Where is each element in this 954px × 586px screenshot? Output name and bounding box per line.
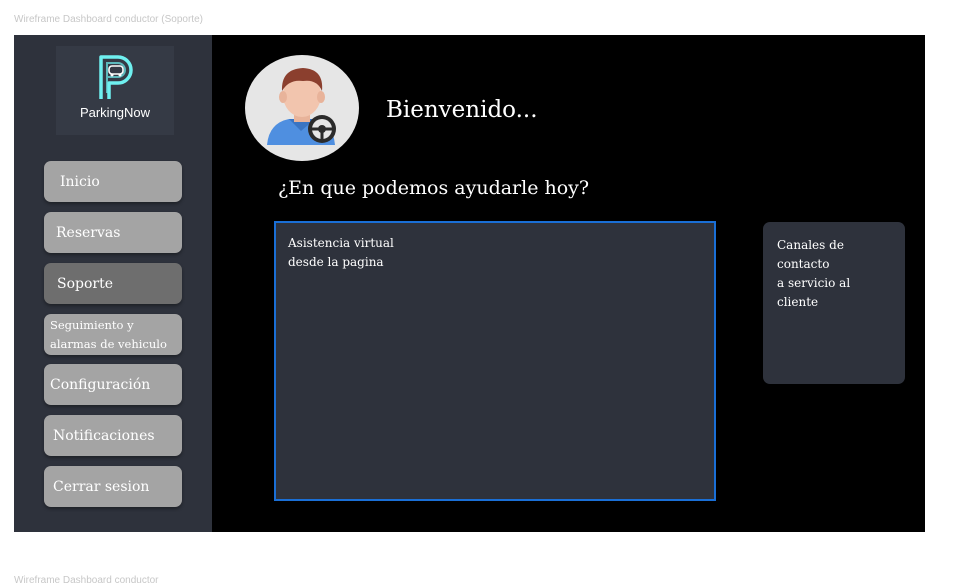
driver-avatar-icon — [267, 68, 336, 145]
frame-title-next: Wireframe Dashboard conductor — [14, 575, 159, 586]
dashboard-frame: ParkingNow Inicio Reservas Soporte Segui… — [14, 35, 925, 532]
sidebar-item-soporte[interactable]: Soporte — [44, 263, 182, 304]
sidebar-item-cerrar-sesion[interactable]: Cerrar sesion — [44, 466, 182, 507]
sidebar-item-reservas[interactable]: Reservas — [44, 212, 182, 253]
sidebar-item-inicio[interactable]: Inicio — [44, 161, 182, 202]
channels-line1: Canales de contacto — [777, 238, 844, 271]
sidebar-item-configuracion[interactable]: Configuración — [44, 364, 182, 405]
sidebar: ParkingNow Inicio Reservas Soporte Segui… — [14, 35, 212, 532]
parking-car-logo-icon — [99, 55, 133, 99]
assistant-line1: Asistencia virtual — [288, 236, 394, 250]
sidebar-item-seguimiento-line2: alarmas de vehiculo — [50, 336, 167, 351]
logo: ParkingNow — [56, 46, 174, 135]
sidebar-item-seguimiento-line1: Seguimiento y — [50, 317, 134, 332]
frame-title: Wireframe Dashboard conductor (Soporte) — [14, 14, 203, 25]
help-question: ¿En que podemos ayudarle hoy? — [278, 177, 590, 199]
contact-channels-panel[interactable]: Canales de contacto a servicio al client… — [763, 222, 905, 384]
assistant-line2: desde la pagina — [288, 255, 384, 269]
sidebar-item-seguimiento[interactable]: Seguimiento y alarmas de vehiculo — [44, 314, 182, 355]
avatar — [245, 55, 359, 161]
channels-line2: a servicio al cliente — [777, 276, 851, 309]
virtual-assistant-panel[interactable]: Asistencia virtual desde la pagina — [274, 221, 716, 501]
welcome-heading: Bienvenido... — [386, 97, 538, 123]
sidebar-item-notificaciones[interactable]: Notificaciones — [44, 415, 182, 456]
brand-name: ParkingNow — [79, 105, 151, 120]
